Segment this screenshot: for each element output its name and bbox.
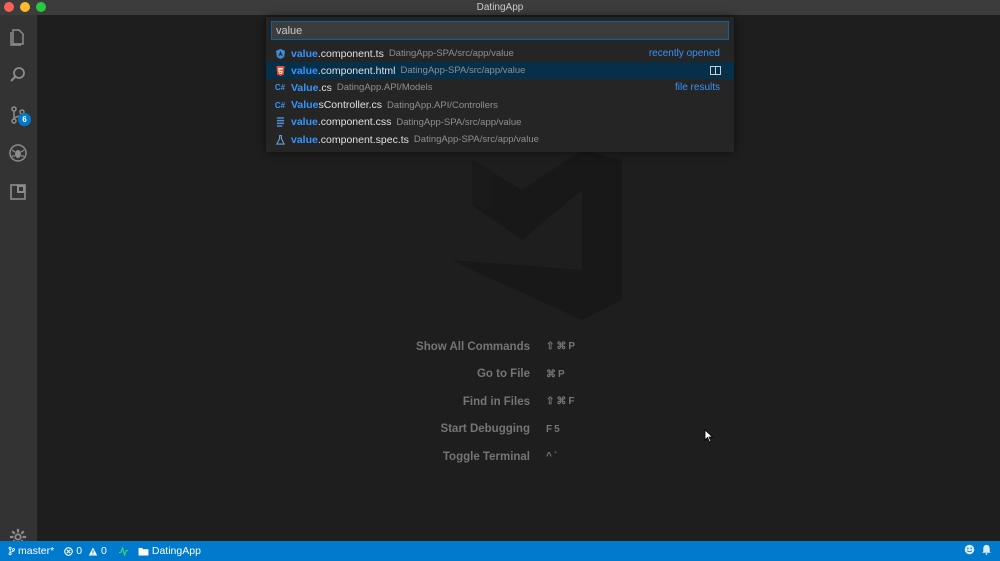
scm-badge: 6: [18, 113, 31, 126]
files-icon: [10, 29, 24, 46]
folder-name: DatingApp: [151, 545, 201, 557]
close-window-button[interactable]: [4, 2, 14, 12]
shortcut-label: Go to File: [476, 368, 530, 381]
error-icon: [64, 546, 74, 556]
shortcut-keys: F5: [546, 423, 562, 435]
flask-icon: [275, 134, 285, 145]
pulse-icon: [118, 546, 128, 556]
notifications-bell-icon[interactable]: [981, 544, 992, 555]
shortcut-label: Toggle Terminal: [442, 450, 530, 463]
shortcut-row: Toggle Terminal ^`: [400, 443, 700, 471]
folder-status[interactable]: DatingApp: [138, 545, 201, 557]
branch-name: master*: [18, 545, 55, 557]
quick-open-item[interactable]: value .component.spec.ts DatingApp-SPA/sr…: [266, 131, 734, 148]
activity-bar: 6: [0, 15, 37, 546]
shortcut-keys: ⌘P: [546, 368, 567, 380]
shortcut-label: Start Debugging: [440, 423, 530, 436]
debug-button[interactable]: [6, 141, 30, 165]
status-right: [964, 544, 992, 555]
search-button[interactable]: [6, 63, 30, 87]
title-bar: DatingApp: [0, 0, 1000, 15]
quick-open-item-selected[interactable]: value .component.html DatingApp-SPA/src/a…: [266, 62, 734, 80]
window-title: DatingApp: [476, 2, 524, 13]
git-branch-icon: [8, 546, 15, 556]
minimize-window-button[interactable]: [20, 2, 30, 12]
group-label-recent: recently opened: [648, 48, 720, 60]
shortcut-row: Go to File ⌘P: [400, 361, 700, 389]
error-count: 0: [76, 545, 83, 557]
branch-status[interactable]: master*: [8, 545, 54, 557]
quick-open-item[interactable]: value .component.ts DatingApp-SPA/src/app…: [266, 45, 734, 62]
quick-open-results: value .component.ts DatingApp-SPA/src/app…: [266, 45, 734, 148]
shortcut-hints: Show All Commands ⇧⌘P Go to File ⌘P Find…: [400, 333, 700, 471]
folder-icon: [138, 547, 149, 556]
shortcut-label: Find in Files: [462, 395, 530, 408]
shortcut-keys: ⇧⌘F: [546, 396, 577, 408]
angular-icon: [275, 48, 285, 59]
activity-status[interactable]: [118, 546, 128, 556]
shortcut-row: Show All Commands ⇧⌘P: [400, 333, 700, 361]
csharp-icon: C#: [274, 100, 286, 110]
maximize-window-button[interactable]: [36, 2, 46, 12]
quick-open-widget: value.component.ts DatingApp-SPA/src/app…: [266, 17, 734, 152]
quick-open-input[interactable]: [271, 21, 729, 40]
warning-icon: [88, 546, 98, 556]
vscode-logo-watermark-icon: [452, 150, 622, 320]
search-icon: [10, 67, 25, 82]
extensions-button[interactable]: [6, 180, 30, 204]
smiley-feedback-icon[interactable]: [964, 544, 975, 555]
window-controls: [4, 2, 46, 12]
open-to-side-icon[interactable]: [710, 66, 721, 76]
shortcut-row: Find in Files ⇧⌘F: [400, 388, 700, 416]
quick-open-item[interactable]: C# Value sController.cs DatingApp.API/Con…: [266, 97, 734, 114]
shortcut-keys: ⇧⌘P: [546, 341, 578, 353]
problems-status[interactable]: 0 0: [64, 545, 107, 557]
mouse-pointer-icon: [704, 429, 714, 443]
csharp-icon: C#: [274, 83, 286, 93]
explorer-button[interactable]: [6, 25, 30, 49]
debug-icon: [9, 144, 27, 162]
quick-open-item[interactable]: value .component.css DatingApp-SPA/src/ap…: [266, 114, 734, 131]
group-label-files: file results: [674, 82, 720, 94]
status-bar: master* 0 0 DatingApp: [0, 541, 1000, 561]
quick-open-item[interactable]: C# Value .cs DatingApp.API/Models file re…: [266, 79, 734, 96]
shortcut-label: Show All Commands: [416, 340, 530, 353]
shortcut-row: Start Debugging F5: [400, 416, 700, 444]
extensions-icon: [10, 184, 26, 200]
warning-count: 0: [101, 545, 107, 557]
css-icon: [275, 117, 285, 128]
shortcut-keys: ^`: [546, 451, 560, 463]
html-icon: [275, 65, 285, 76]
